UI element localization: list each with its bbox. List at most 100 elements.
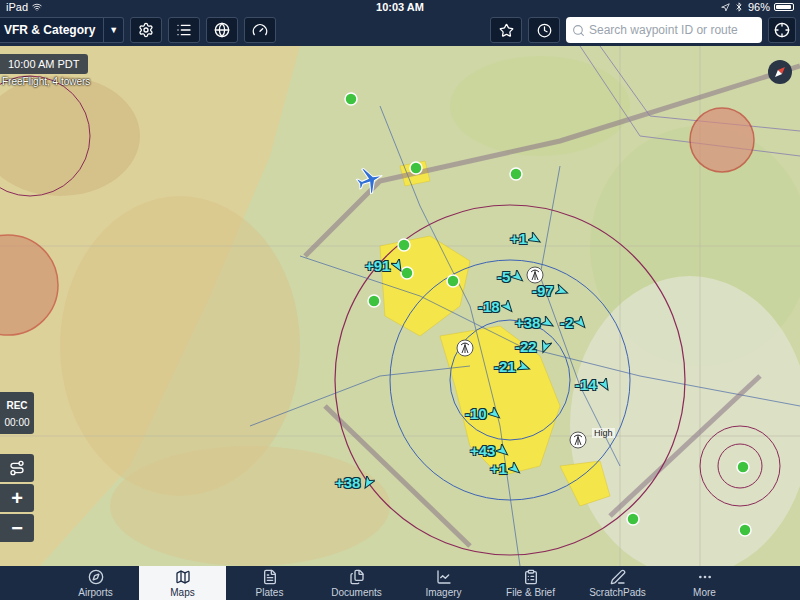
airport-dot[interactable] (739, 524, 751, 536)
traffic-arrow-icon (496, 444, 510, 458)
tab[interactable]: ScratchPads (574, 566, 661, 600)
traffic-target[interactable]: -22 (515, 338, 552, 355)
list-icon (176, 22, 192, 38)
track-button[interactable] (0, 454, 34, 482)
tab[interactable]: Documents (313, 566, 400, 600)
tab[interactable]: Maps (139, 566, 226, 600)
layer-menu[interactable]: VFR & Category▼ (0, 17, 124, 43)
airport-dot[interactable] (401, 267, 413, 279)
route-icon (9, 460, 25, 476)
airport-dot[interactable] (410, 162, 422, 174)
tab-icon (349, 569, 365, 585)
tab-icon (523, 569, 539, 585)
globe-button[interactable] (206, 17, 238, 43)
map-time: 10:00 AM PDT (0, 54, 88, 74)
battery-icon (774, 3, 794, 11)
traffic-altitude: +38 (515, 314, 540, 331)
traffic-arrow-icon (598, 378, 612, 392)
traffic-source: FreeFlight, 4 towers (0, 76, 90, 87)
traffic-target[interactable]: -97 (532, 282, 569, 299)
traffic-arrow-icon (574, 316, 588, 330)
bluetooth-icon (734, 2, 744, 12)
traffic-altitude: -5 (497, 268, 510, 285)
traffic-altitude: -21 (494, 358, 516, 375)
favorites-button[interactable] (490, 17, 522, 43)
traffic-arrow-icon (488, 407, 502, 421)
record-timer: 00:00 (4, 417, 29, 428)
traffic-arrow-icon (538, 340, 552, 354)
tab[interactable]: Plates (226, 566, 313, 600)
search-input[interactable] (589, 23, 756, 37)
traffic-target[interactable]: -5 (497, 268, 525, 285)
search-field[interactable] (566, 17, 762, 43)
traffic-target[interactable]: -21 (494, 358, 531, 375)
airport-dot[interactable] (368, 295, 380, 307)
map-label: High (592, 428, 615, 438)
airport-dot[interactable] (398, 239, 410, 251)
restricted-area (690, 108, 754, 172)
traffic-altitude: +1 (490, 460, 507, 477)
device-name: iPad (6, 0, 28, 14)
tab-icon (262, 569, 278, 585)
search-icon (572, 24, 585, 37)
tower-icon[interactable] (570, 432, 586, 448)
airport-dot[interactable] (447, 275, 459, 287)
gear-icon (138, 22, 154, 38)
traffic-altitude: +91 (365, 257, 390, 274)
gauge-icon (252, 22, 268, 38)
dropdown-arrow: ▼ (103, 18, 123, 42)
foreflight-screen: iPad10:03 AM96%VFR & Category▼High+1+91-… (0, 0, 800, 600)
status-bar: iPad10:03 AM96% (0, 0, 800, 14)
zoom-in-button[interactable]: + (0, 484, 34, 512)
location-icon (721, 3, 730, 12)
traffic-target[interactable]: +38 (515, 314, 555, 331)
traffic-target[interactable]: -10 (465, 405, 502, 422)
star-icon (499, 23, 514, 38)
traffic-target[interactable]: -14 (575, 376, 612, 393)
tab-icon (88, 569, 104, 585)
airport-dot[interactable] (737, 461, 749, 473)
tab[interactable]: Imagery (400, 566, 487, 600)
compass-needle-icon (772, 64, 788, 80)
tab-icon (175, 569, 191, 585)
traffic-altitude: -10 (465, 405, 487, 422)
map-controls: REC00:00 +− (0, 392, 34, 542)
tab-icon (610, 569, 626, 585)
airport-dot[interactable] (345, 93, 357, 105)
tower-icon[interactable] (527, 267, 543, 283)
traffic-arrow-icon (555, 284, 569, 298)
clock: 10:03 AM (376, 0, 424, 14)
compass-button[interactable] (768, 60, 792, 84)
traffic-altitude: +38 (335, 474, 360, 491)
clock-icon (537, 23, 552, 38)
recents-button[interactable] (528, 17, 560, 43)
tab[interactable]: Airports (52, 566, 139, 600)
traffic-target[interactable]: -18 (478, 298, 515, 315)
airport-dot[interactable] (510, 168, 522, 180)
layers-button[interactable] (168, 17, 200, 43)
traffic-altitude: -2 (560, 314, 573, 331)
locate-button[interactable] (768, 17, 796, 43)
record-button[interactable]: REC00:00 (0, 392, 34, 434)
traffic-target[interactable]: +1 (490, 460, 522, 477)
gauge-button[interactable] (244, 17, 276, 43)
tab[interactable]: File & Brief (487, 566, 574, 600)
zoom-out-button[interactable]: − (0, 514, 34, 542)
traffic-target[interactable]: +91 (365, 257, 405, 274)
traffic-target[interactable]: +1 (510, 230, 542, 247)
traffic-arrow-icon (517, 360, 531, 374)
traffic-target[interactable]: +43 (470, 442, 510, 459)
traffic-target[interactable]: -2 (560, 314, 588, 331)
tab[interactable]: More (661, 566, 748, 600)
sectional-chart[interactable] (0, 46, 800, 566)
traffic-target[interactable]: +38 (335, 474, 375, 491)
tower-icon[interactable] (457, 340, 473, 356)
settings-button[interactable] (130, 17, 162, 43)
traffic-arrow-icon (528, 232, 542, 246)
map-view[interactable]: High+1+91-5-97-18+38-2-22-21-14-10+43+1+… (0, 46, 800, 566)
traffic-altitude: -18 (478, 298, 500, 315)
traffic-altitude: +1 (510, 230, 527, 247)
airport-dot[interactable] (627, 513, 639, 525)
traffic-arrow-icon (501, 300, 515, 314)
restricted-area (0, 235, 58, 335)
